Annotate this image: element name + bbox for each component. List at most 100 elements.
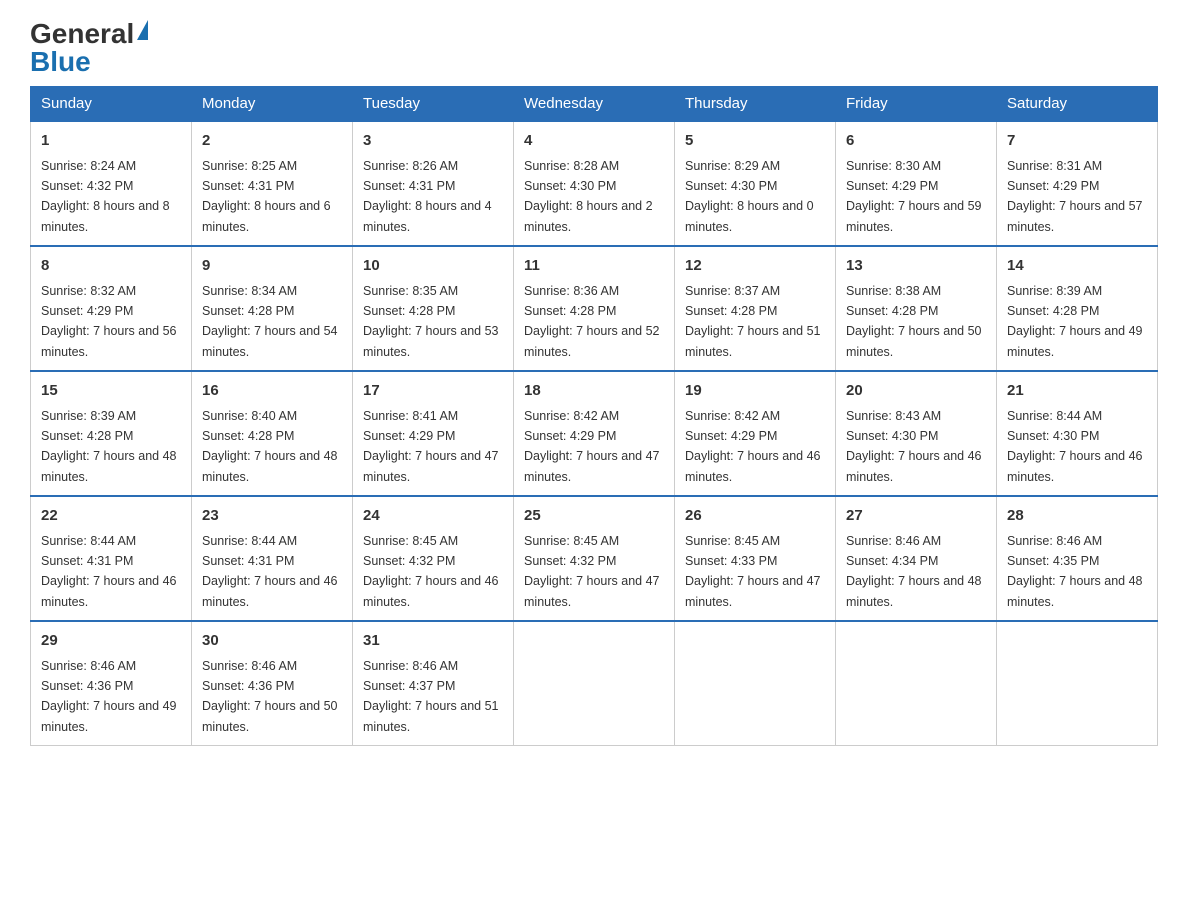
day-cell: 8 Sunrise: 8:32 AMSunset: 4:29 PMDayligh…: [31, 246, 192, 371]
logo-general-text: General: [30, 20, 134, 48]
day-info: Sunrise: 8:43 AMSunset: 4:30 PMDaylight:…: [846, 409, 982, 484]
week-row-2: 8 Sunrise: 8:32 AMSunset: 4:29 PMDayligh…: [31, 246, 1158, 371]
day-cell: 26 Sunrise: 8:45 AMSunset: 4:33 PMDaylig…: [675, 496, 836, 621]
day-number: 16: [202, 380, 342, 403]
day-cell: 9 Sunrise: 8:34 AMSunset: 4:28 PMDayligh…: [192, 246, 353, 371]
week-row-4: 22 Sunrise: 8:44 AMSunset: 4:31 PMDaylig…: [31, 496, 1158, 621]
day-number: 10: [363, 255, 503, 278]
day-cell: 31 Sunrise: 8:46 AMSunset: 4:37 PMDaylig…: [353, 621, 514, 746]
day-cell: 17 Sunrise: 8:41 AMSunset: 4:29 PMDaylig…: [353, 371, 514, 496]
calendar-body: 1 Sunrise: 8:24 AMSunset: 4:32 PMDayligh…: [31, 121, 1158, 746]
header-cell-thursday: Thursday: [675, 87, 836, 122]
day-cell: 20 Sunrise: 8:43 AMSunset: 4:30 PMDaylig…: [836, 371, 997, 496]
day-number: 31: [363, 630, 503, 653]
day-number: 11: [524, 255, 664, 278]
day-number: 5: [685, 130, 825, 153]
day-cell: 6 Sunrise: 8:30 AMSunset: 4:29 PMDayligh…: [836, 121, 997, 246]
calendar-header: SundayMondayTuesdayWednesdayThursdayFrid…: [31, 87, 1158, 122]
logo-triangle-icon: [137, 20, 148, 40]
header-cell-saturday: Saturday: [997, 87, 1158, 122]
day-info: Sunrise: 8:24 AMSunset: 4:32 PMDaylight:…: [41, 159, 170, 234]
day-cell: 19 Sunrise: 8:42 AMSunset: 4:29 PMDaylig…: [675, 371, 836, 496]
day-cell: 25 Sunrise: 8:45 AMSunset: 4:32 PMDaylig…: [514, 496, 675, 621]
day-info: Sunrise: 8:36 AMSunset: 4:28 PMDaylight:…: [524, 284, 660, 359]
day-number: 1: [41, 130, 181, 153]
header: General Blue: [30, 20, 1158, 76]
day-info: Sunrise: 8:26 AMSunset: 4:31 PMDaylight:…: [363, 159, 492, 234]
day-info: Sunrise: 8:39 AMSunset: 4:28 PMDaylight:…: [41, 409, 177, 484]
day-number: 27: [846, 505, 986, 528]
day-number: 4: [524, 130, 664, 153]
week-row-1: 1 Sunrise: 8:24 AMSunset: 4:32 PMDayligh…: [31, 121, 1158, 246]
day-cell: 15 Sunrise: 8:39 AMSunset: 4:28 PMDaylig…: [31, 371, 192, 496]
day-cell: 18 Sunrise: 8:42 AMSunset: 4:29 PMDaylig…: [514, 371, 675, 496]
day-number: 26: [685, 505, 825, 528]
day-info: Sunrise: 8:45 AMSunset: 4:32 PMDaylight:…: [363, 534, 499, 609]
day-cell: 1 Sunrise: 8:24 AMSunset: 4:32 PMDayligh…: [31, 121, 192, 246]
day-info: Sunrise: 8:40 AMSunset: 4:28 PMDaylight:…: [202, 409, 338, 484]
header-row: SundayMondayTuesdayWednesdayThursdayFrid…: [31, 87, 1158, 122]
day-number: 29: [41, 630, 181, 653]
day-number: 23: [202, 505, 342, 528]
day-cell: 3 Sunrise: 8:26 AMSunset: 4:31 PMDayligh…: [353, 121, 514, 246]
day-number: 13: [846, 255, 986, 278]
day-number: 9: [202, 255, 342, 278]
day-info: Sunrise: 8:44 AMSunset: 4:30 PMDaylight:…: [1007, 409, 1143, 484]
day-info: Sunrise: 8:42 AMSunset: 4:29 PMDaylight:…: [524, 409, 660, 484]
day-number: 8: [41, 255, 181, 278]
day-cell: 21 Sunrise: 8:44 AMSunset: 4:30 PMDaylig…: [997, 371, 1158, 496]
day-number: 6: [846, 130, 986, 153]
day-cell: 13 Sunrise: 8:38 AMSunset: 4:28 PMDaylig…: [836, 246, 997, 371]
day-cell: 7 Sunrise: 8:31 AMSunset: 4:29 PMDayligh…: [997, 121, 1158, 246]
day-cell: 12 Sunrise: 8:37 AMSunset: 4:28 PMDaylig…: [675, 246, 836, 371]
day-number: 17: [363, 380, 503, 403]
day-info: Sunrise: 8:34 AMSunset: 4:28 PMDaylight:…: [202, 284, 338, 359]
day-cell: 4 Sunrise: 8:28 AMSunset: 4:30 PMDayligh…: [514, 121, 675, 246]
day-number: 24: [363, 505, 503, 528]
day-number: 15: [41, 380, 181, 403]
day-number: 22: [41, 505, 181, 528]
day-info: Sunrise: 8:35 AMSunset: 4:28 PMDaylight:…: [363, 284, 499, 359]
day-number: 3: [363, 130, 503, 153]
logo: General Blue: [30, 20, 148, 76]
day-info: Sunrise: 8:44 AMSunset: 4:31 PMDaylight:…: [202, 534, 338, 609]
day-cell: 30 Sunrise: 8:46 AMSunset: 4:36 PMDaylig…: [192, 621, 353, 746]
day-info: Sunrise: 8:42 AMSunset: 4:29 PMDaylight:…: [685, 409, 821, 484]
day-number: 19: [685, 380, 825, 403]
calendar-table: SundayMondayTuesdayWednesdayThursdayFrid…: [30, 86, 1158, 746]
day-info: Sunrise: 8:46 AMSunset: 4:37 PMDaylight:…: [363, 659, 499, 734]
day-cell: [675, 621, 836, 746]
day-info: Sunrise: 8:25 AMSunset: 4:31 PMDaylight:…: [202, 159, 331, 234]
day-cell: 10 Sunrise: 8:35 AMSunset: 4:28 PMDaylig…: [353, 246, 514, 371]
day-cell: 22 Sunrise: 8:44 AMSunset: 4:31 PMDaylig…: [31, 496, 192, 621]
day-cell: 24 Sunrise: 8:45 AMSunset: 4:32 PMDaylig…: [353, 496, 514, 621]
day-cell: 23 Sunrise: 8:44 AMSunset: 4:31 PMDaylig…: [192, 496, 353, 621]
day-number: 25: [524, 505, 664, 528]
day-number: 28: [1007, 505, 1147, 528]
day-info: Sunrise: 8:31 AMSunset: 4:29 PMDaylight:…: [1007, 159, 1143, 234]
day-number: 18: [524, 380, 664, 403]
day-info: Sunrise: 8:39 AMSunset: 4:28 PMDaylight:…: [1007, 284, 1143, 359]
day-number: 21: [1007, 380, 1147, 403]
day-number: 14: [1007, 255, 1147, 278]
day-cell: 5 Sunrise: 8:29 AMSunset: 4:30 PMDayligh…: [675, 121, 836, 246]
day-info: Sunrise: 8:30 AMSunset: 4:29 PMDaylight:…: [846, 159, 982, 234]
day-cell: 28 Sunrise: 8:46 AMSunset: 4:35 PMDaylig…: [997, 496, 1158, 621]
day-number: 2: [202, 130, 342, 153]
week-row-3: 15 Sunrise: 8:39 AMSunset: 4:28 PMDaylig…: [31, 371, 1158, 496]
day-cell: 29 Sunrise: 8:46 AMSunset: 4:36 PMDaylig…: [31, 621, 192, 746]
day-info: Sunrise: 8:46 AMSunset: 4:36 PMDaylight:…: [202, 659, 338, 734]
week-row-5: 29 Sunrise: 8:46 AMSunset: 4:36 PMDaylig…: [31, 621, 1158, 746]
header-cell-sunday: Sunday: [31, 87, 192, 122]
logo-blue-text: Blue: [30, 48, 91, 76]
day-info: Sunrise: 8:29 AMSunset: 4:30 PMDaylight:…: [685, 159, 814, 234]
day-info: Sunrise: 8:45 AMSunset: 4:32 PMDaylight:…: [524, 534, 660, 609]
header-cell-wednesday: Wednesday: [514, 87, 675, 122]
day-cell: 11 Sunrise: 8:36 AMSunset: 4:28 PMDaylig…: [514, 246, 675, 371]
day-cell: 2 Sunrise: 8:25 AMSunset: 4:31 PMDayligh…: [192, 121, 353, 246]
day-number: 12: [685, 255, 825, 278]
day-cell: 27 Sunrise: 8:46 AMSunset: 4:34 PMDaylig…: [836, 496, 997, 621]
header-cell-tuesday: Tuesday: [353, 87, 514, 122]
day-info: Sunrise: 8:41 AMSunset: 4:29 PMDaylight:…: [363, 409, 499, 484]
day-info: Sunrise: 8:37 AMSunset: 4:28 PMDaylight:…: [685, 284, 821, 359]
